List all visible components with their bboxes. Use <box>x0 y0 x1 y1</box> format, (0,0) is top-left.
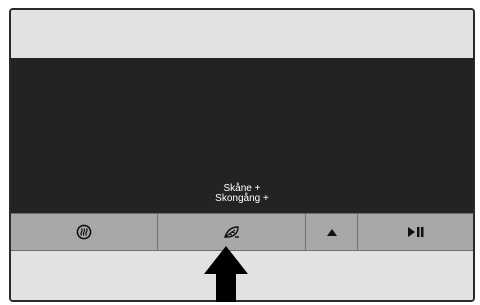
play-pause-icon <box>407 227 423 237</box>
feather-icon <box>223 226 239 238</box>
top-status-bar <box>11 10 473 58</box>
feather-button[interactable] <box>158 214 306 250</box>
program-label-line2: Skongång + <box>215 193 269 204</box>
defrost-button[interactable] <box>11 214 158 250</box>
program-display: Skåne + Skongång + <box>11 58 473 213</box>
defrost-icon <box>76 224 92 240</box>
play-pause-button[interactable] <box>358 214 473 250</box>
up-button[interactable] <box>306 214 358 250</box>
program-label: Skåne + Skongång + <box>167 184 317 204</box>
up-triangle-icon <box>326 228 337 236</box>
up-arrow-pointer-icon <box>204 246 248 302</box>
